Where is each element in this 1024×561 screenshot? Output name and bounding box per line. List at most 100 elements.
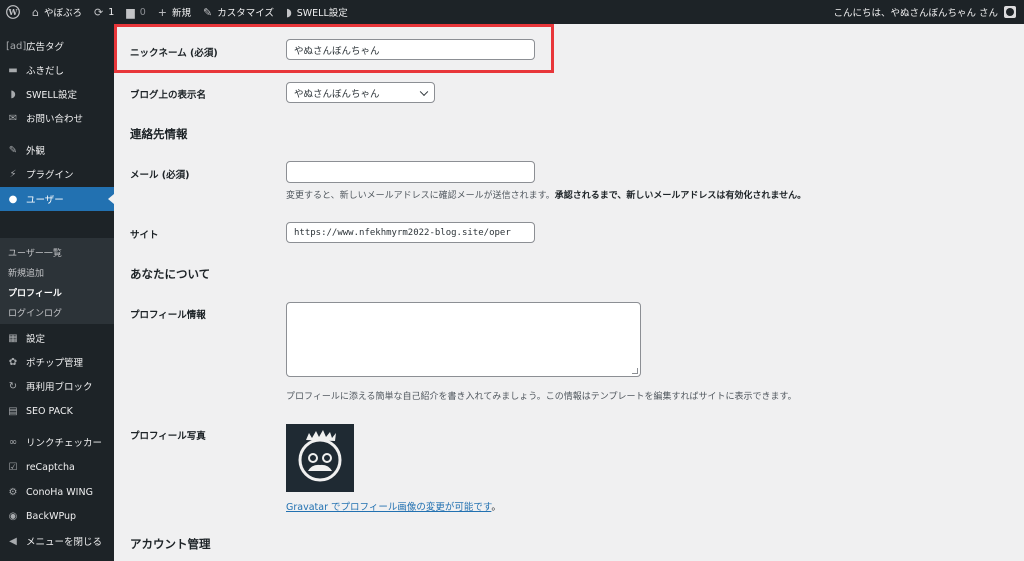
display-name-value: やぬさんぼんちゃん: [294, 88, 380, 100]
gravatar-note: Gravatar でプロフィール画像の変更が可能です。: [286, 499, 501, 513]
resize-handle-icon[interactable]: [632, 368, 638, 374]
profile-photo: [286, 424, 354, 492]
sidebar-item-reuse[interactable]: ↻ 再利用ブロック: [0, 374, 114, 398]
sidebar-item-swell[interactable]: ◗ SWELL設定: [0, 82, 114, 106]
collapse-icon: ◀: [9, 535, 17, 547]
gravatar-suffix: 。: [491, 502, 501, 513]
sidebar-item-seo[interactable]: ▤ SEO PACK: [0, 399, 114, 423]
swell-label: SWELL設定: [296, 8, 348, 19]
plus-icon: +: [157, 5, 167, 19]
sidebar-item-label: メニューを閉じる: [26, 537, 103, 548]
sidebar-item-label: 外観: [26, 146, 46, 157]
submenu-item[interactable]: 新規追加: [0, 264, 114, 284]
sidebar-item-label: BackWPup: [26, 510, 77, 522]
sidebar-item-label: 再利用ブロック: [26, 382, 93, 393]
admin-bar: W ⌂ やぼぶろ ⟳ 1 ▆ 0 + 新規 ✎ カスタマイズ ◗ SWELL設定…: [0, 0, 1024, 24]
comments-count: 0: [139, 6, 146, 18]
sidebar-item-link-check[interactable]: ∞ リンクチェッカー: [0, 430, 114, 454]
seo-icon: ▤: [8, 405, 18, 417]
new-content-link[interactable]: + 新規: [152, 0, 197, 24]
users-submenu: ユーザー一覧 新規追加 プロフィール ログインログ: [0, 238, 114, 324]
customize-label: カスタマイズ: [217, 8, 274, 19]
sidebar-item-label: ConoHa WING: [26, 486, 93, 498]
comments-link[interactable]: ▆ 0: [120, 0, 152, 24]
sidebar-item-checkbox[interactable]: ☑ reCaptcha: [0, 455, 114, 479]
sidebar-item-label: ふきだし: [26, 66, 65, 77]
new-label: 新規: [172, 8, 192, 19]
sidebar-item-backup[interactable]: ◉ BackWPup: [0, 504, 114, 528]
nickname-input[interactable]: やぬさんぼんちゃん: [286, 39, 535, 60]
display-name-select[interactable]: やぬさんぼんちゃん: [286, 82, 435, 103]
comment-icon: ▆: [126, 5, 135, 19]
chevron-down-icon: [419, 87, 429, 96]
sidebar-item-label: SWELL設定: [26, 90, 78, 101]
site-name: やぼぶろ: [43, 8, 82, 19]
swell-settings-link[interactable]: ◗ SWELL設定: [280, 0, 354, 24]
email-desc-bold: 承認されるまで、新しいメールアドレスは有効化されません。: [554, 191, 807, 201]
wordpress-logo[interactable]: W: [0, 0, 26, 24]
plugin-icon: ⚡: [9, 168, 17, 180]
bio-description: プロフィールに添える簡単な自己紹介を書き入れてみましょう。この情報はテンプレート…: [286, 392, 797, 402]
speech-bubble-icon: ▬: [8, 64, 18, 76]
sidebar-item-plugin[interactable]: ⚡ プラグイン: [0, 162, 114, 186]
sidebar-item-paw[interactable]: ✿ ポチップ管理: [0, 350, 114, 374]
greeting: こんにちは、やぬさんぼんちゃん さん: [833, 8, 998, 19]
about-section-title: あなたについて: [130, 267, 211, 281]
email-label: メール (必須): [130, 170, 190, 181]
user-icon: ●: [8, 193, 18, 205]
sidebar-item-label: ユーザー: [26, 195, 64, 206]
sidebar-item-label: リンクチェッカー: [26, 438, 103, 449]
sidebar-item-ad-tag[interactable]: [ad] 広告タグ: [0, 34, 114, 58]
profile-avatar-image: [286, 424, 354, 492]
submenu-item[interactable]: ユーザー一覧: [0, 244, 114, 264]
settings-icon: ▦: [8, 332, 18, 344]
my-account-link[interactable]: こんにちは、やぬさんぼんちゃん さん: [827, 0, 1024, 24]
email-description: 変更すると、新しいメールアドレスに確認メールが送信されます。承認されるまで、新し…: [286, 188, 806, 201]
sidebar-item-brush[interactable]: ✎ 外観: [0, 138, 114, 162]
sidebar-item-collapse[interactable]: ◀ メニューを閉じる: [0, 529, 114, 553]
sidebar-item-label: プラグイン: [26, 170, 74, 181]
nickname-label: ニックネーム (必須): [130, 48, 218, 59]
contact-section-title: 連絡先情報: [130, 127, 188, 141]
bio-textarea[interactable]: [286, 302, 641, 377]
sidebar-item-speech-bubble[interactable]: ▬ ふきだし: [0, 58, 114, 82]
ad-tag-icon: [ad]: [6, 40, 27, 52]
email-input[interactable]: [286, 161, 535, 183]
site-name-link[interactable]: ⌂ やぼぶろ: [26, 0, 88, 24]
admin-sidebar: [ad] 広告タグ ▬ ふきだし ◗ SWELL設定 ✉ お問い合わせ ✎ 外観 ⚡ プラグイン ● ユー…: [0, 24, 114, 561]
sidebar-item-label: 設定: [26, 334, 46, 345]
updates-link[interactable]: ⟳ 1: [88, 0, 120, 24]
sidebar-item-gear[interactable]: ⚙ ConoHa WING: [0, 480, 114, 504]
gravatar-link[interactable]: Gravatar でプロフィール画像の変更が可能です: [286, 502, 491, 513]
refresh-icon: ⟳: [94, 5, 104, 19]
backup-icon: ◉: [8, 510, 18, 522]
home-icon: ⌂: [32, 5, 39, 19]
swell-icon: ◗: [285, 5, 292, 19]
sidebar-item-label: 広告タグ: [26, 42, 65, 53]
account-section-title: アカウント管理: [130, 537, 211, 551]
sidebar-item-label: お問い合わせ: [26, 114, 84, 125]
sidebar-item-label: reCaptcha: [26, 461, 75, 473]
mail-icon: ✉: [8, 112, 18, 124]
link-check-icon: ∞: [8, 436, 18, 448]
updates-count: 1: [108, 6, 115, 18]
swell-icon: ◗: [10, 88, 16, 100]
site-label: サイト: [130, 230, 159, 241]
submenu-item[interactable]: ログインログ: [0, 304, 114, 324]
brush-icon: ✎: [8, 144, 18, 156]
site-url-input[interactable]: https://www.nfekhmyrm2022-blog.site/oper: [286, 222, 535, 243]
sidebar-item-user[interactable]: ● ユーザー: [0, 187, 114, 211]
paw-icon: ✿: [8, 356, 18, 368]
checkbox-icon: ☑: [8, 461, 18, 473]
svg-text:W: W: [8, 7, 19, 17]
sidebar-item-label: ポチップ管理: [26, 358, 84, 369]
customize-link[interactable]: ✎ カスタマイズ: [197, 0, 280, 24]
photo-label: プロフィール写真: [130, 431, 206, 442]
user-avatar-icon: [1004, 6, 1016, 18]
email-desc-normal: 変更すると、新しいメールアドレスに確認メールが送信されます。: [286, 191, 555, 201]
sidebar-item-mail[interactable]: ✉ お問い合わせ: [0, 106, 114, 130]
sidebar-item-settings[interactable]: ▦ 設定: [0, 326, 114, 350]
submenu-item[interactable]: プロフィール: [0, 284, 114, 304]
reuse-icon: ↻: [8, 380, 18, 392]
brush-icon: ✎: [203, 5, 213, 19]
